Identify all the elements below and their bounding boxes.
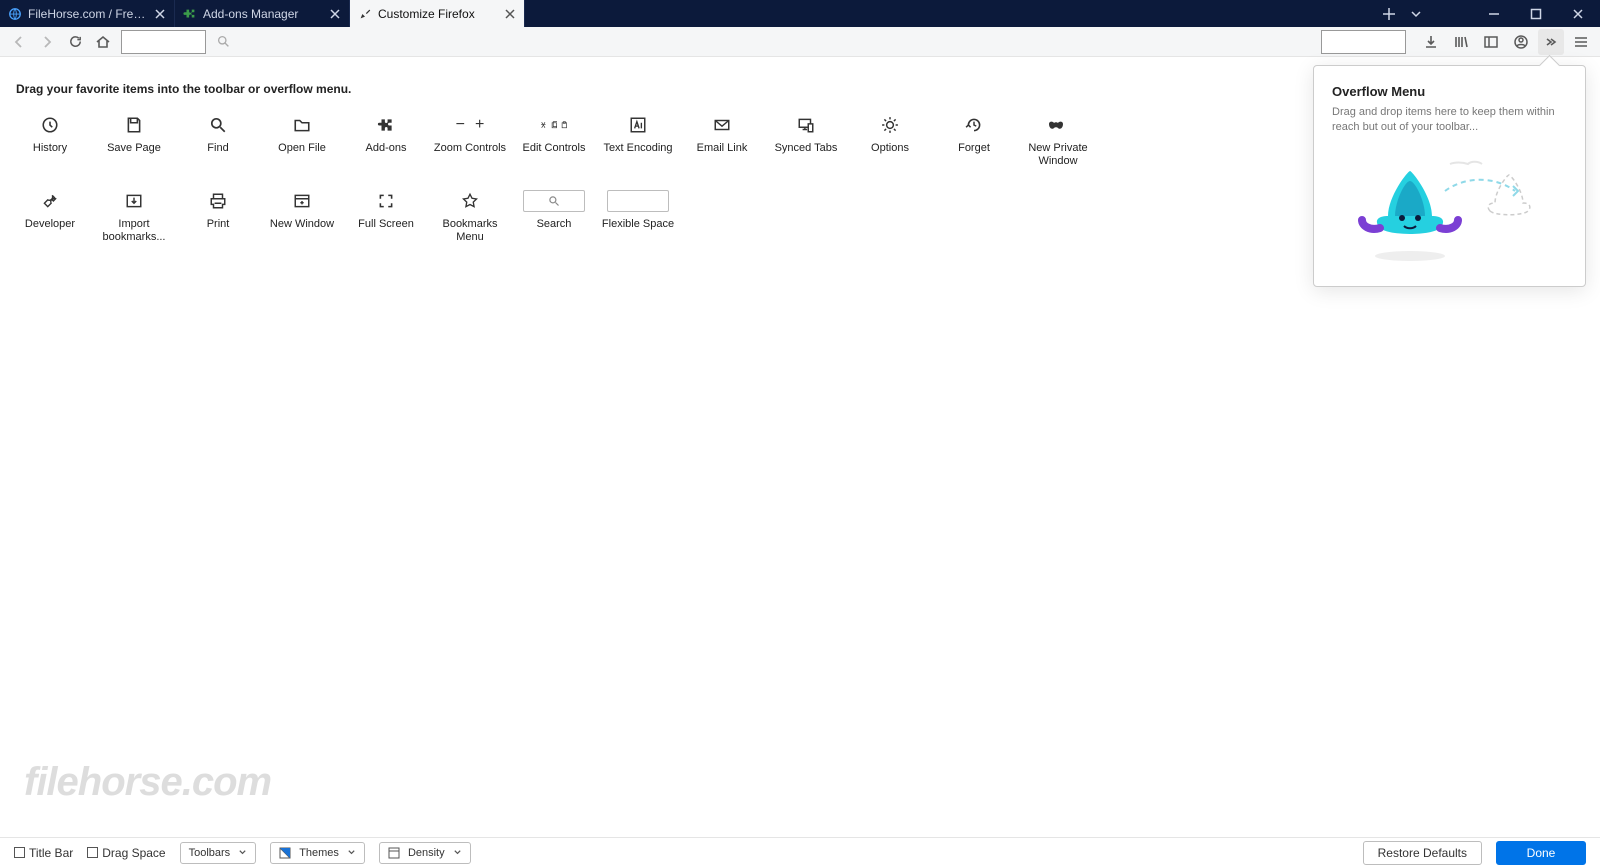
search-input-frame[interactable] (1321, 30, 1406, 54)
palette-forget[interactable]: Forget (932, 114, 1016, 168)
palette-bookmarksmenu[interactable]: Bookmarks Menu (428, 190, 512, 244)
palette-emaillink[interactable]: Email Link (680, 114, 764, 168)
chevron-down-icon (347, 848, 356, 857)
close-icon[interactable] (504, 8, 516, 20)
themes-dropdown[interactable]: Themes (270, 842, 365, 864)
tab-addons[interactable]: Add-ons Manager (175, 0, 350, 27)
palette-developer[interactable]: Developer (8, 190, 92, 244)
paintbrush-icon (358, 7, 372, 21)
tab-customize[interactable]: Customize Firefox (350, 0, 525, 27)
overflow-panel: Overflow Menu Drag and drop items here t… (1313, 65, 1586, 287)
palette-fullscreen[interactable]: Full Screen (344, 190, 428, 244)
close-window-button[interactable] (1564, 0, 1592, 27)
overflow-desc: Drag and drop items here to keep them wi… (1332, 105, 1567, 135)
palette-flexspace[interactable]: Flexible Space (596, 190, 680, 244)
home-button[interactable] (90, 29, 116, 55)
palette-openfile[interactable]: Open File (260, 114, 344, 168)
palette-edit[interactable]: Edit Controls (512, 114, 596, 168)
sidebar-button[interactable] (1478, 29, 1504, 55)
customize-pane: Drag your favorite items into the toolba… (0, 57, 1600, 837)
overflow-illustration (1332, 153, 1567, 268)
alltabs-icon[interactable] (1410, 8, 1422, 20)
toolbars-dropdown[interactable]: Toolbars (180, 842, 257, 864)
palette-find[interactable]: Find (176, 114, 260, 168)
reload-button[interactable] (62, 29, 88, 55)
url-input-frame[interactable] (121, 30, 206, 54)
address-bar[interactable] (211, 30, 1313, 54)
account-button[interactable] (1508, 29, 1534, 55)
palette-newwindow[interactable]: New Window (260, 190, 344, 244)
palette-privatewindow[interactable]: New Private Window (1016, 114, 1100, 168)
library-button[interactable] (1448, 29, 1474, 55)
palette-importbookmarks[interactable]: Import bookmarks... (92, 190, 176, 244)
globe-icon (8, 7, 22, 21)
dragspace-checkbox[interactable]: Drag Space (87, 846, 165, 860)
search-icon (217, 35, 230, 48)
downloads-button[interactable] (1418, 29, 1444, 55)
palette-zoom[interactable]: −+Zoom Controls (428, 114, 512, 168)
restore-defaults-button[interactable]: Restore Defaults (1363, 841, 1482, 865)
newtab-icon[interactable] (1382, 7, 1396, 21)
overflow-title: Overflow Menu (1332, 84, 1567, 99)
puzzle-icon (183, 7, 197, 21)
tab-bar: FileHorse.com / Free Software Add-ons Ma… (0, 0, 1600, 27)
close-icon[interactable] (154, 8, 166, 20)
overflow-button[interactable] (1538, 29, 1564, 55)
titlebar-checkbox[interactable]: Title Bar (14, 846, 73, 860)
chevron-down-icon (453, 848, 462, 857)
density-dropdown[interactable]: Density (379, 842, 471, 864)
customize-palette: History Save Page Find Open File Add-ons… (0, 114, 1120, 266)
palette-savepage[interactable]: Save Page (92, 114, 176, 168)
tab-label: Customize Firefox (378, 7, 498, 21)
close-icon[interactable] (329, 8, 341, 20)
watermark: filehorse.com (24, 760, 271, 805)
forward-button[interactable] (34, 29, 60, 55)
chevron-down-icon (238, 848, 247, 857)
palette-textencoding[interactable]: Text Encoding (596, 114, 680, 168)
tab-filehorse[interactable]: FileHorse.com / Free Software (0, 0, 175, 27)
palette-search[interactable]: Search (512, 190, 596, 244)
palette-syncedtabs[interactable]: Synced Tabs (764, 114, 848, 168)
palette-history[interactable]: History (8, 114, 92, 168)
nav-toolbar (0, 27, 1600, 57)
palette-print[interactable]: Print (176, 190, 260, 244)
minimize-button[interactable] (1480, 0, 1508, 27)
appmenu-button[interactable] (1568, 29, 1594, 55)
customize-footer: Title Bar Drag Space Toolbars Themes Den… (0, 837, 1600, 867)
maximize-button[interactable] (1522, 0, 1550, 27)
palette-options[interactable]: Options (848, 114, 932, 168)
palette-addons[interactable]: Add-ons (344, 114, 428, 168)
back-button[interactable] (6, 29, 32, 55)
tab-label: FileHorse.com / Free Software (28, 7, 148, 21)
tab-label: Add-ons Manager (203, 7, 323, 21)
done-button[interactable]: Done (1496, 841, 1586, 865)
